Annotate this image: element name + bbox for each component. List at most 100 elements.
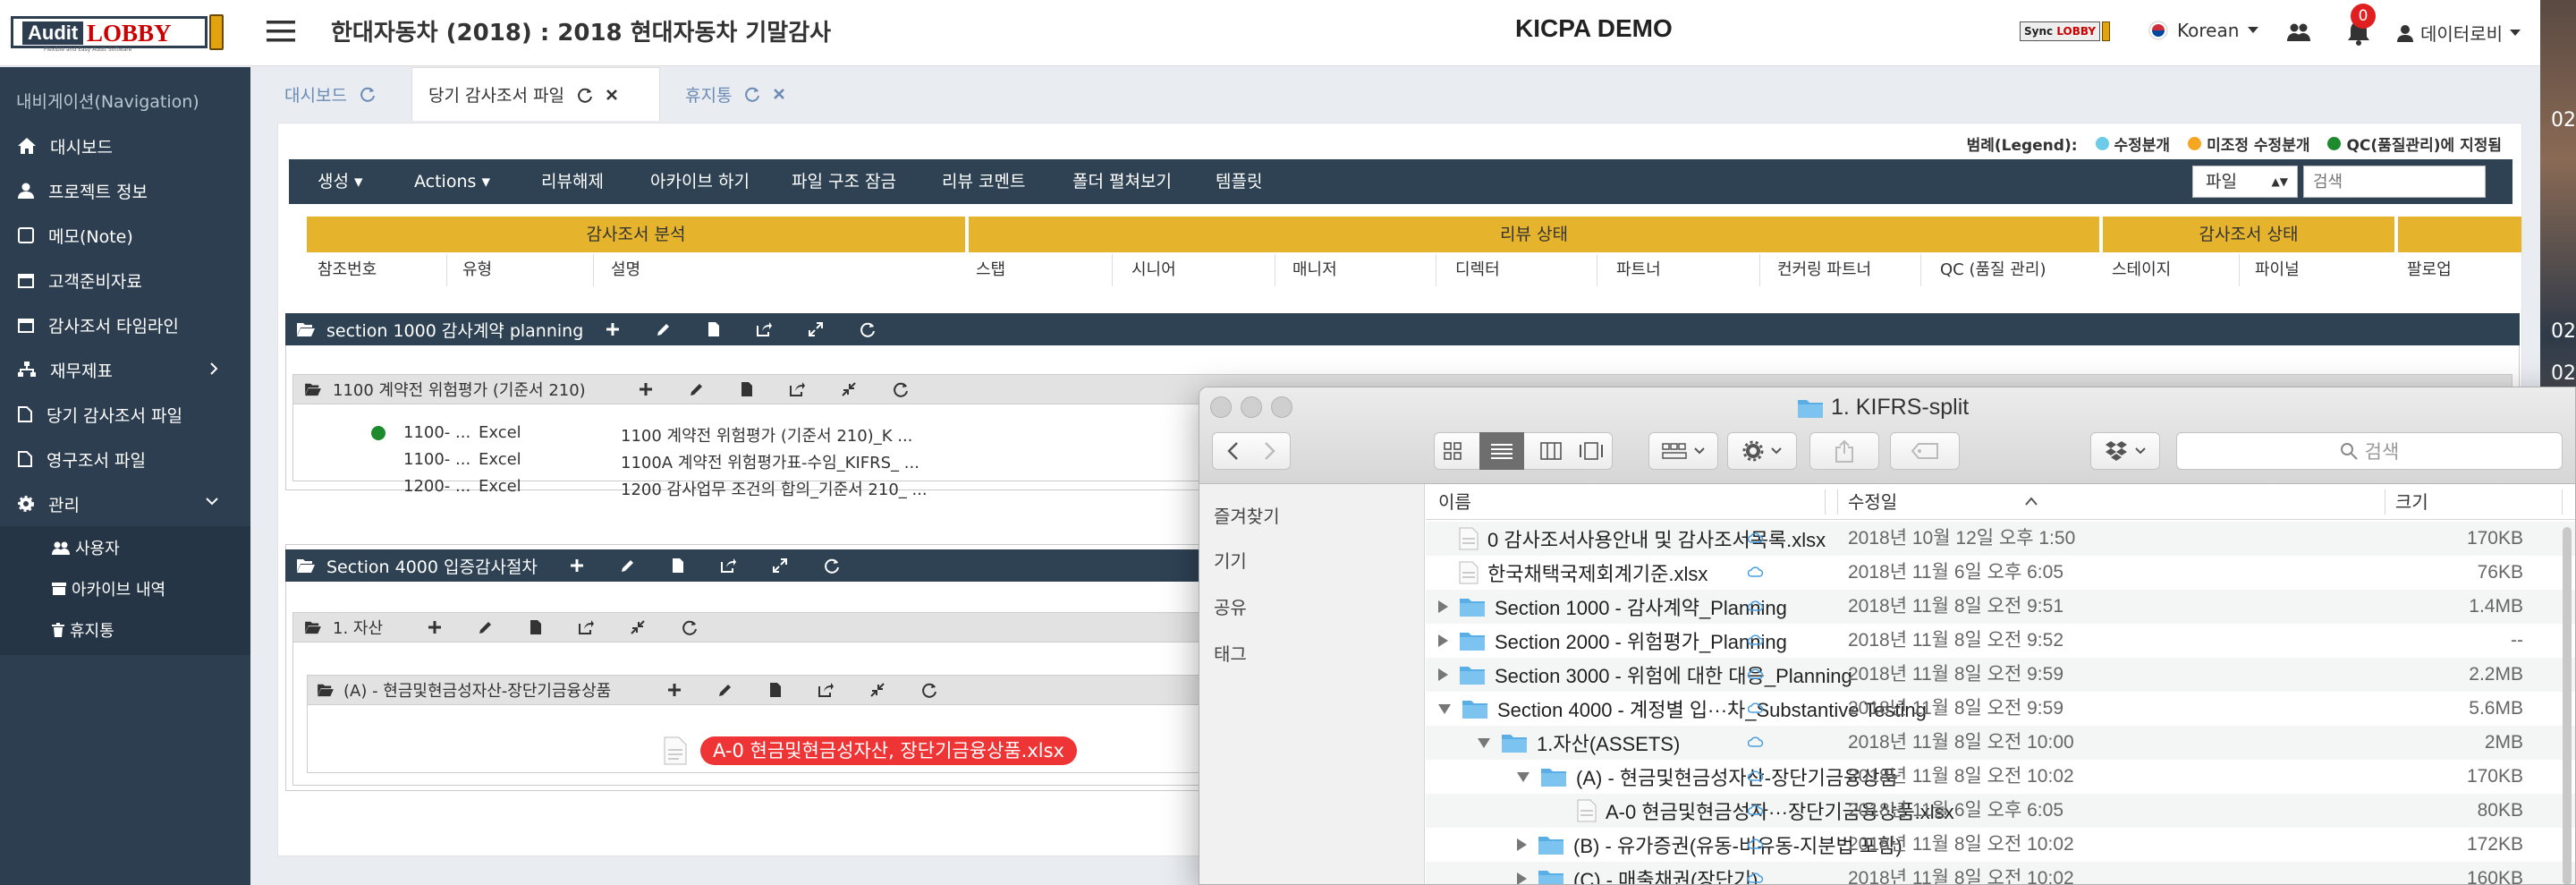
group-button[interactable] (1648, 432, 1718, 470)
unreview-button[interactable]: 리뷰해제 (541, 159, 604, 204)
column-header-concurring-partner[interactable]: 컨커링 파트너 (1777, 252, 1871, 288)
column-header-manager[interactable]: 매니저 (1292, 252, 1337, 288)
team-icon[interactable] (2286, 20, 2311, 45)
tab-current-files[interactable]: 당기 감사조서 파일 (411, 67, 660, 121)
collapse-icon[interactable] (841, 381, 857, 397)
column-header-modified[interactable]: 수정일 (1848, 484, 1897, 520)
refresh-icon[interactable] (824, 557, 840, 574)
sidebar-item-memo[interactable]: 메모(Note) (0, 214, 250, 257)
pencil-icon[interactable] (478, 619, 494, 635)
back-icon[interactable] (1226, 441, 1239, 461)
column-header-director[interactable]: 디렉터 (1455, 252, 1500, 288)
finder-row[interactable]: (B) - 유가증권(유동-비유동-지분법 포함) 2018년 11월 8일 오전… (1426, 828, 2575, 862)
pencil-icon[interactable] (717, 682, 733, 698)
hamburger-menu-icon[interactable] (265, 15, 297, 47)
finder-row[interactable]: Section 1000 - 감사계약_Planning 2018년 11월 8일… (1426, 590, 2575, 624)
plus-icon[interactable] (428, 620, 442, 634)
share-icon[interactable] (756, 321, 772, 337)
search-input[interactable] (2303, 166, 2486, 198)
share-icon[interactable] (789, 381, 805, 397)
finder-row[interactable]: Section 3000 - 위험에 대한 대응_Planning 2018년 1… (1426, 658, 2575, 692)
close-icon[interactable] (606, 89, 618, 101)
forward-icon[interactable] (1264, 441, 1276, 461)
finder-row[interactable]: (C) - 매출채권(장단기) 2018년 11월 8일 오전 10:02 160K… (1426, 862, 2575, 884)
sidebar-item-admin[interactable]: 관리 (0, 482, 250, 525)
review-comment-button[interactable]: 리뷰 코멘트 (942, 159, 1025, 204)
sidebar-item-financial-statements[interactable]: 재무제표 (0, 348, 250, 391)
dropbox-button[interactable] (2090, 432, 2160, 470)
column-header-desc[interactable]: 설명 (611, 252, 640, 288)
column-header-ref[interactable]: 참조번호 (318, 252, 377, 288)
column-header-senior[interactable]: 시니어 (1131, 252, 1176, 288)
finder-row[interactable]: 1.자산(ASSETS) 2018년 11월 8일 오전 10:00 2MB (1426, 726, 2575, 760)
close-icon[interactable] (773, 88, 785, 100)
column-header-stage[interactable]: 스테이지 (2112, 252, 2171, 288)
file-icon[interactable] (769, 682, 782, 698)
filetype-select[interactable]: 파일 ▲▼ (2192, 166, 2298, 198)
finder-sidebar-tags[interactable]: 태그 (1214, 640, 1247, 666)
finder-row[interactable]: Section 2000 - 위험평가_Planning 2018년 11월 8일… (1426, 624, 2575, 658)
finder-search-field[interactable]: 검색 (2176, 432, 2563, 470)
disclosure-closed-icon[interactable] (1517, 872, 1527, 884)
actions-dropdown-button[interactable]: Actions ▾ (414, 159, 490, 204)
submenu-item-trash[interactable]: 휴지통 (52, 612, 114, 648)
disclosure-open-icon[interactable] (1517, 771, 1530, 782)
pencil-icon[interactable] (656, 321, 672, 337)
collapse-icon[interactable] (869, 682, 886, 698)
language-selector[interactable]: Korean (2148, 20, 2259, 41)
plus-icon[interactable] (639, 382, 653, 396)
file-icon[interactable] (741, 381, 753, 397)
sidebar-item-timeline[interactable]: 감사조서 타임라인 (0, 303, 250, 346)
file-icon[interactable] (672, 557, 684, 574)
list-view-icon[interactable] (1479, 432, 1524, 470)
disclosure-open-icon[interactable] (1478, 737, 1490, 748)
finder-row[interactable]: Section 4000 - 계정별 입···차_Substantive Tes… (1426, 692, 2575, 726)
window-minimize-button[interactable] (1241, 396, 1262, 418)
share-icon[interactable] (818, 682, 834, 698)
refresh-icon[interactable] (577, 87, 593, 103)
refresh-icon[interactable] (744, 86, 760, 102)
pencil-icon[interactable] (620, 557, 636, 574)
sidebar-item-permanent-files[interactable]: 영구조서 파일 (0, 438, 250, 481)
share-icon[interactable] (578, 619, 594, 635)
action-gear-button[interactable] (1727, 432, 1797, 470)
share-icon[interactable] (720, 557, 736, 574)
section-1000-header[interactable]: section 1000 감사계약 planning (285, 313, 2520, 345)
column-header-staff[interactable]: 스탭 (976, 252, 1005, 288)
column-header-final[interactable]: 파이널 (2255, 252, 2300, 288)
disclosure-closed-icon[interactable] (1438, 634, 1448, 647)
disclosure-open-icon[interactable] (1438, 703, 1451, 714)
template-button[interactable]: 템플릿 (1216, 159, 1262, 204)
archive-button[interactable]: 아카이브 하기 (650, 159, 750, 204)
finder-sidebar-favorites[interactable]: 즐겨찾기 (1214, 502, 1280, 528)
share-button[interactable] (1809, 432, 1879, 470)
finder-sidebar-devices[interactable]: 기기 (1214, 547, 1247, 573)
tab-dashboard[interactable]: 대시보드 (268, 67, 392, 121)
column-header-name[interactable]: 이름 (1438, 484, 1471, 520)
disclosure-closed-icon[interactable] (1517, 838, 1527, 851)
sidebar-item-client-docs[interactable]: 고객준비자료 (0, 259, 250, 302)
column-header-qc[interactable]: QC (품질 관리) (1940, 252, 2046, 288)
tags-button[interactable] (1890, 432, 1960, 470)
sidebar-item-project-info[interactable]: 프로젝트 정보 (0, 169, 250, 212)
finder-row[interactable]: A-0 현금및현금성자···장단기금융상품.xlsx 2018년 11월 6일 오… (1426, 794, 2575, 828)
plus-icon[interactable] (606, 322, 620, 336)
pencil-icon[interactable] (689, 381, 705, 397)
submenu-item-users[interactable]: 사용자 (52, 530, 120, 566)
gallery-view-icon[interactable] (1579, 442, 1604, 460)
sidebar-item-dashboard[interactable]: 대시보드 (0, 124, 250, 167)
create-dropdown-button[interactable]: 생성 ▾ (318, 159, 363, 204)
window-close-button[interactable] (1210, 396, 1232, 418)
expand-folders-button[interactable]: 폴더 펼쳐보기 (1072, 159, 1172, 204)
finder-scrollbar[interactable] (2563, 527, 2572, 884)
column-header-size[interactable]: 크기 (2395, 484, 2428, 520)
sidebar-item-current-files[interactable]: 당기 감사조서 파일 (0, 393, 250, 436)
refresh-icon[interactable] (921, 682, 937, 698)
column-header-followup[interactable]: 팔로업 (2407, 252, 2452, 288)
app-logo[interactable]: Audit LOBBY Flexible and Easy Audit Soft… (7, 13, 229, 54)
refresh-icon[interactable] (860, 321, 876, 337)
icon-view-icon[interactable] (1443, 441, 1462, 461)
finder-row[interactable]: 한국채택국제회계기준.xlsx 2018년 11월 6일 오후 6:05 76KB (1426, 556, 2575, 590)
collapse-icon[interactable] (630, 619, 646, 635)
column-view-icon[interactable] (1540, 442, 1563, 460)
